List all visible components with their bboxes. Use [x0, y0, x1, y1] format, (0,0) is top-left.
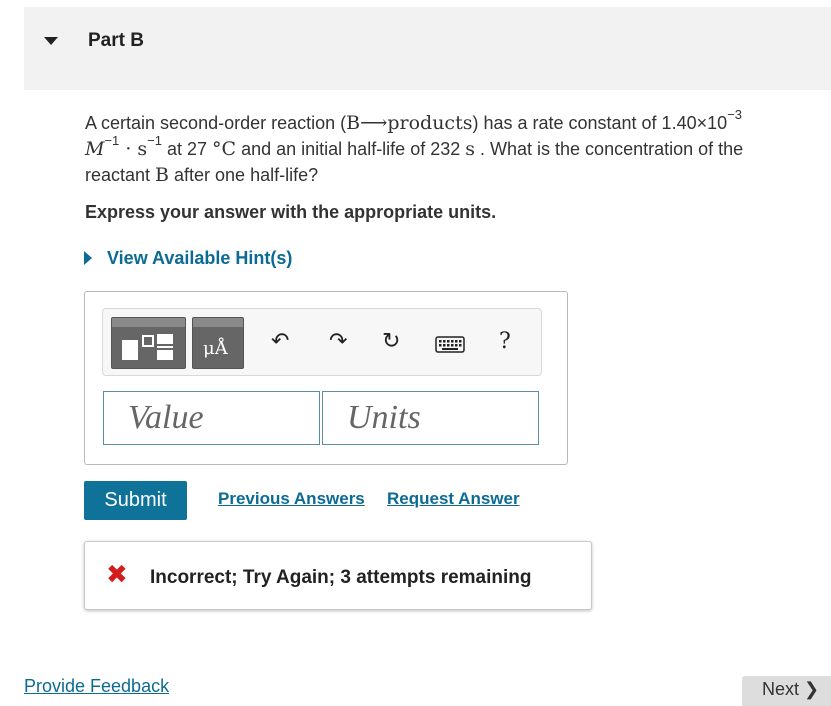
- units-input[interactable]: Units: [322, 391, 539, 445]
- feedback-message-box: ✖ Incorrect; Try Again; 3 attempts remai…: [84, 541, 592, 610]
- redo-icon[interactable]: ↷: [329, 329, 347, 355]
- submit-button[interactable]: Submit: [84, 481, 187, 520]
- value-input[interactable]: Value: [103, 391, 320, 445]
- previous-answers-link[interactable]: Previous Answers: [218, 489, 365, 509]
- next-button[interactable]: Next ❯: [742, 676, 831, 706]
- collapse-toggle-icon[interactable]: [44, 37, 58, 45]
- part-title: Part B: [88, 30, 144, 51]
- unit-molarity: M: [85, 138, 105, 160]
- view-hints-link[interactable]: View Available Hint(s): [84, 248, 292, 269]
- reaction-expression: B⟶products: [346, 112, 473, 134]
- provide-feedback-link[interactable]: Provide Feedback: [24, 676, 169, 697]
- help-icon[interactable]: ?: [499, 329, 511, 355]
- math-toolbar: μÅ ↶ ↷ ↻ ?: [102, 308, 542, 376]
- feedback-text: Incorrect; Try Again; 3 attempts remaini…: [150, 567, 532, 588]
- caret-right-icon: [84, 250, 92, 265]
- error-x-icon: ✖: [106, 560, 128, 590]
- templates-icon[interactable]: [111, 317, 186, 369]
- keyboard-icon[interactable]: [435, 335, 465, 361]
- request-answer-link[interactable]: Request Answer: [387, 489, 520, 509]
- part-header: [24, 7, 831, 90]
- instruction-text: Express your answer with the appropriate…: [85, 202, 497, 222]
- units-icon[interactable]: μÅ: [192, 317, 244, 369]
- undo-icon[interactable]: ↶: [271, 329, 289, 355]
- question-text: A certain second-order reaction (B⟶produ…: [85, 107, 744, 186]
- reset-icon[interactable]: ↻: [382, 329, 400, 355]
- answer-box: μÅ ↶ ↷ ↻ ? Value Units: [84, 291, 568, 465]
